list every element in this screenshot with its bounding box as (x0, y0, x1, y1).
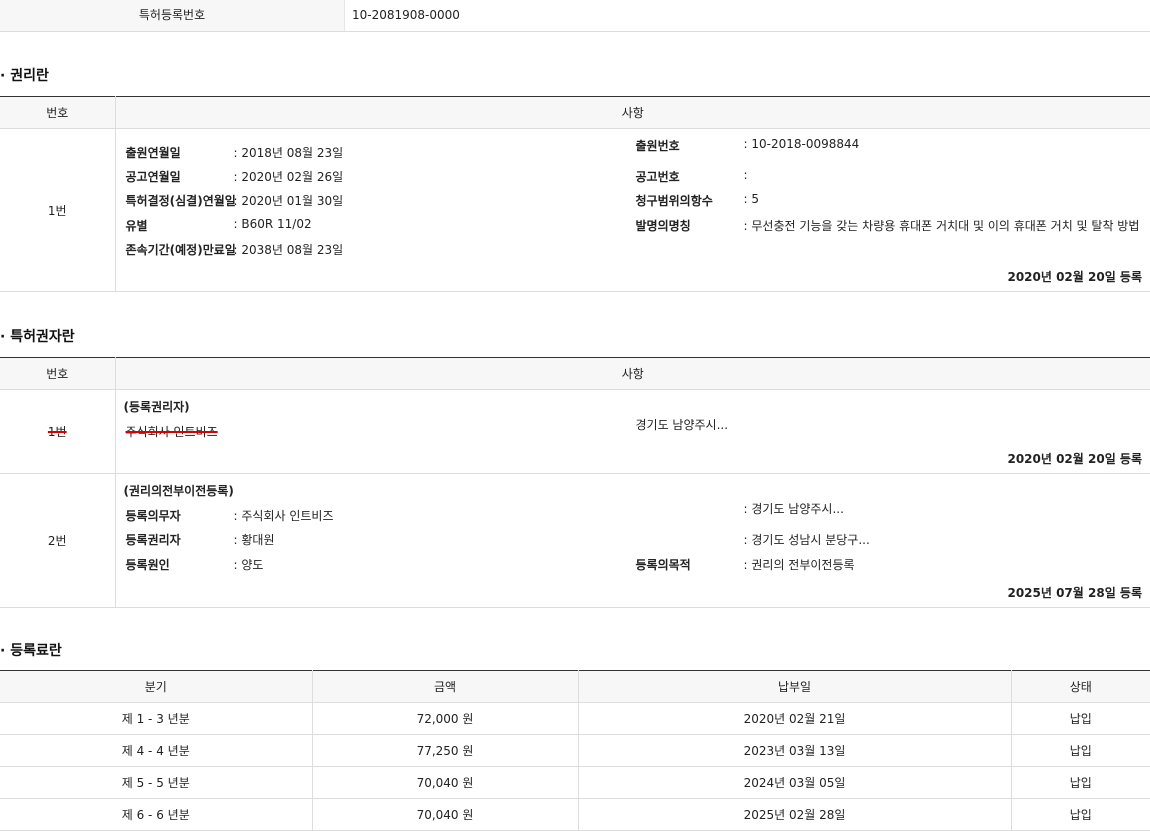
holder-1-type: (등록권리자) (124, 398, 190, 415)
holder-1-date: 2020년 02월 20일 등록 (1007, 450, 1142, 467)
rights-right-key-1: 공고번호 (636, 168, 680, 185)
rights-left-val-4: : 2038년 08월 23일 (234, 241, 344, 258)
holder-2-val-1: : 황대원 (234, 531, 275, 548)
holders-section-title: · 특허권자란 (0, 326, 75, 346)
fee-status: 납입 (1011, 703, 1150, 735)
holder-1-detail: (등록권리자) 주식회사 인트비즈 경기도 남양주시... 2020년 02월 … (116, 390, 1150, 473)
holder-2-purpose-val: : 권리의 전부이전등록 (744, 556, 855, 573)
rights-right-key-2: 청구범위의항수 (636, 192, 713, 209)
fee-amount: 70,040 원 (312, 799, 578, 831)
rights-left-val-0: : 2018년 08월 23일 (234, 144, 344, 161)
fee-amount: 72,000 원 (312, 703, 578, 735)
rights-header-detail: 사항 (115, 97, 1150, 129)
holder-2-detail: (권리의전부이전등록) 등록의무자 : 주식회사 인트비즈 등록권리자 : 황대… (116, 474, 1150, 607)
registration-number-label: 특허등록번호 (0, 0, 345, 31)
rights-section-title: · 권리란 (0, 65, 49, 85)
fee-date: 2023년 03월 13일 (578, 735, 1011, 767)
fee-date: 2024년 03월 05일 (578, 767, 1011, 799)
fees-section-title: · 등록료란 (0, 640, 62, 660)
fee-row: 제 4 - 4 년분 77,250 원 2023년 03월 13일 납입 (0, 735, 1150, 767)
holder-2-key-2: 등록원인 (126, 556, 170, 573)
fee-status: 납입 (1011, 799, 1150, 831)
fee-amount: 77,250 원 (312, 735, 578, 767)
holder-2-val-2: : 양도 (234, 556, 264, 573)
fees-header-amount: 금액 (312, 671, 578, 703)
holders-header-no: 번호 (0, 358, 115, 390)
rights-registration-date: 2020년 02월 20일 등록 (1007, 268, 1142, 285)
rights-right-key-0: 출원번호 (636, 137, 680, 154)
holder-2-no: 2번 (0, 474, 115, 608)
rights-row-detail: 출원연월일 : 2018년 08월 23일 공고연월일 : 2020년 02월 … (116, 129, 1150, 291)
registration-number-row: 특허등록번호 10-2081908-0000 (0, 0, 1150, 32)
holders-header-detail: 사항 (115, 358, 1150, 390)
rights-header-no: 번호 (0, 97, 115, 129)
rights-right-key-3: 발명의명칭 (636, 217, 691, 234)
rights-left-val-2: : 2020년 01월 30일 (234, 192, 344, 209)
rights-right-val-3: : 무선충전 기능을 갖는 차량용 휴대폰 거치대 및 이의 휴대폰 거치 및 … (744, 217, 1140, 234)
fee-period: 제 4 - 4 년분 (0, 735, 312, 767)
holder-2-key-0: 등록의무자 (126, 507, 181, 524)
holder-1-name: 주식회사 인트비즈 (126, 423, 218, 440)
rights-left-val-1: : 2020년 02월 26일 (234, 168, 344, 185)
fee-period: 제 1 - 3 년분 (0, 703, 312, 735)
rights-table: 번호 사항 1번 출원연월일 : 2018년 08월 23일 공고연월일 : 2… (0, 96, 1150, 292)
fees-header-period: 분기 (0, 671, 312, 703)
rights-left-key-1: 공고연월일 (126, 168, 181, 185)
fee-status: 납입 (1011, 767, 1150, 799)
rights-left-key-2: 특허결정(심결)연월일 (126, 192, 236, 209)
rights-left-key-3: 유별 (126, 217, 148, 234)
fee-period: 제 6 - 6 년분 (0, 799, 312, 831)
fee-date: 2025년 02월 28일 (578, 799, 1011, 831)
fees-table: 분기 금액 납부일 상태 제 1 - 3 년분 72,000 원 2020년 0… (0, 670, 1150, 831)
fee-date: 2020년 02월 21일 (578, 703, 1011, 735)
fee-status: 납입 (1011, 735, 1150, 767)
holder-2-key-1: 등록권리자 (126, 531, 181, 548)
holder-1-no: 1번 (48, 425, 67, 439)
holder-2-purpose-key: 등록의목적 (636, 556, 691, 573)
holders-table: 번호 사항 1번 (등록권리자) 주식회사 인트비즈 경기도 남양주시... 2… (0, 357, 1150, 608)
fees-header-status: 상태 (1011, 671, 1150, 703)
fee-amount: 70,040 원 (312, 767, 578, 799)
fee-period: 제 5 - 5 년분 (0, 767, 312, 799)
holder-2-address-1: : 경기도 남양주시... (744, 500, 844, 517)
rights-left-key-0: 출원연월일 (126, 144, 181, 161)
holder-2-val-0: : 주식회사 인트비즈 (234, 507, 334, 524)
rights-right-val-1: : (744, 168, 748, 182)
fees-header-date: 납부일 (578, 671, 1011, 703)
holder-2-date: 2025년 07월 28일 등록 (1007, 584, 1142, 601)
rights-left-val-3: : B60R 11/02 (234, 217, 312, 231)
holder-2-type: (권리의전부이전등록) (124, 482, 234, 499)
rights-right-val-2: : 5 (744, 192, 760, 206)
holder-2-address-2: : 경기도 성남시 분당구... (744, 531, 870, 548)
fee-row: 제 1 - 3 년분 72,000 원 2020년 02월 21일 납입 (0, 703, 1150, 735)
fee-row: 제 5 - 5 년분 70,040 원 2024년 03월 05일 납입 (0, 767, 1150, 799)
rights-left-key-4: 존속기간(예정)만료일 (126, 241, 236, 258)
fee-row: 제 6 - 6 년분 70,040 원 2025년 02월 28일 납입 (0, 799, 1150, 831)
holder-1-address: 경기도 남양주시... (636, 416, 729, 433)
registration-number-value: 10-2081908-0000 (352, 0, 460, 31)
rights-right-val-0: : 10-2018-0098844 (744, 137, 860, 151)
rights-row-no: 1번 (0, 129, 115, 292)
